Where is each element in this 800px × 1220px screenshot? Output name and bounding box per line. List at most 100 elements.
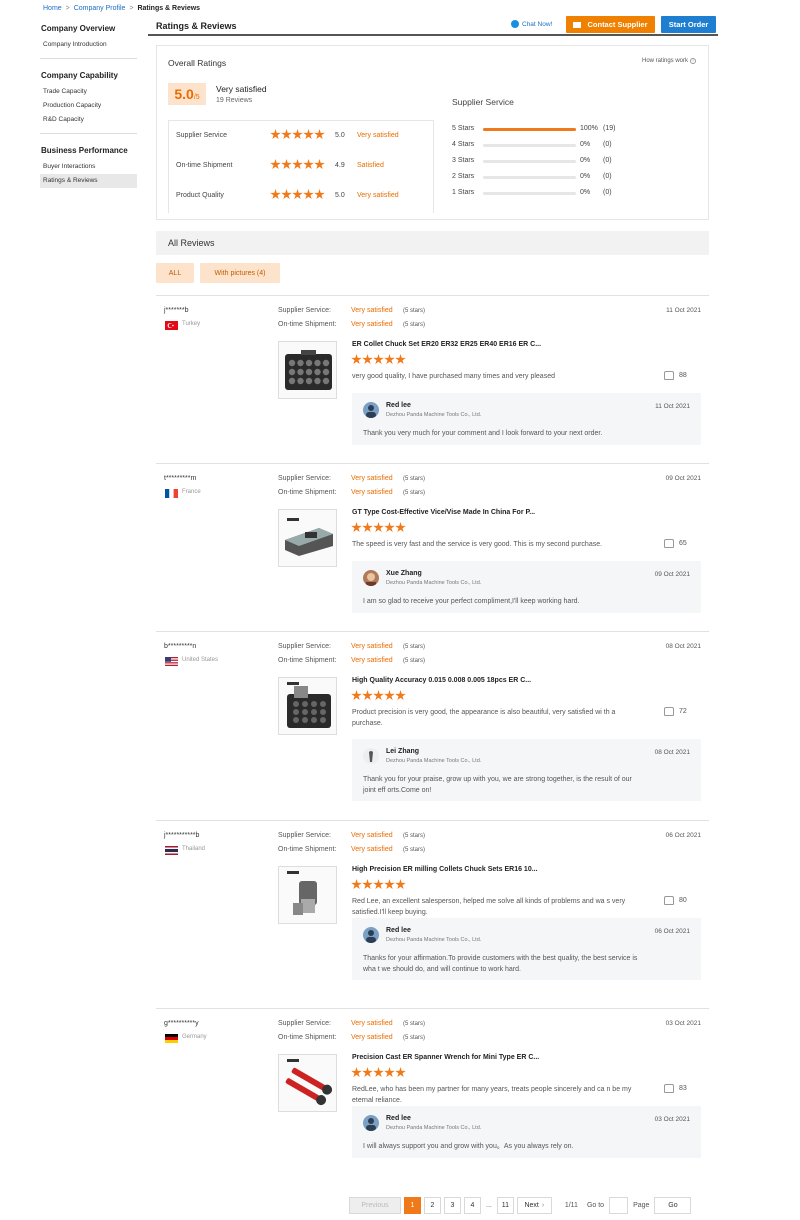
next-page-button[interactable]: Next › <box>516 1197 552 1214</box>
page-button[interactable]: 4 <box>464 1197 481 1214</box>
start-order-button[interactable]: Start Order <box>661 16 716 33</box>
product-title-link[interactable]: High Quality Accuracy 0.015 0.008 0.005 … <box>352 677 531 684</box>
avatar <box>363 570 379 586</box>
reviewer-name: j*******b <box>164 307 189 314</box>
sidebar-item-rd-capacity[interactable]: R&D Capacity <box>40 113 137 127</box>
review-star-rating <box>351 354 406 367</box>
supplier-service-stars: (5 stars) <box>403 308 426 314</box>
breadcrumb-separator: > <box>129 5 134 12</box>
go-button[interactable]: Go <box>654 1197 692 1214</box>
reviewer-name: b*********n <box>164 643 197 650</box>
distribution-label: 3 Stars <box>452 157 475 164</box>
how-ratings-work-link[interactable]: How ratings work ? <box>642 58 696 64</box>
page-ellipsis: ... <box>486 1202 492 1209</box>
reply-date: 09 Oct 2021 <box>654 571 690 578</box>
star-icon <box>281 129 292 140</box>
review-date: 08 Oct 2021 <box>665 643 701 650</box>
thumbs-up-icon <box>664 896 674 905</box>
like-button[interactable]: 88 <box>664 371 687 380</box>
sidebar-item-production-capacity[interactable]: Production Capacity <box>40 99 137 113</box>
page-button[interactable]: 1 <box>404 1197 421 1214</box>
reply-message: Thank you very much for your comment and… <box>363 430 603 437</box>
thumbs-up-icon <box>664 371 674 380</box>
product-title-link[interactable]: GT Type Cost-Effective Vice/Vise Made In… <box>352 509 535 516</box>
product-thumbnail[interactable] <box>278 677 337 735</box>
page-button[interactable]: 2 <box>424 1197 441 1214</box>
supplier-service-stars: (5 stars) <box>403 1021 426 1027</box>
product-thumbnail[interactable] <box>278 866 337 924</box>
like-count: 88 <box>679 372 687 379</box>
reply-company: Dezhou Panda Machine Tools Co., Ltd. <box>386 937 482 943</box>
sidebar-item-trade-capacity[interactable]: Trade Capacity <box>40 85 137 99</box>
goto-page-input[interactable] <box>609 1197 629 1214</box>
star-icon <box>373 879 384 890</box>
envelope-icon <box>573 21 582 28</box>
reviewer-country: Germany <box>182 1034 207 1040</box>
overall-score-scale: /5 <box>193 94 200 101</box>
reply-message: I am so glad to receive your perfect com… <box>363 598 580 605</box>
sidebar-item-ratings-reviews[interactable]: Ratings & Reviews <box>40 174 137 188</box>
overall-label: Very satisfied <box>216 84 267 94</box>
star-icon <box>384 879 395 890</box>
supplier-service-stars: (5 stars) <box>403 644 426 650</box>
supplier-reply: Red lee Dezhou Panda Machine Tools Co., L… <box>352 393 701 445</box>
sidebar-section-capability: Company Capability Trade Capacity Produc… <box>40 67 137 134</box>
chat-now-link[interactable]: Chat Now! <box>511 20 552 28</box>
distribution-row: 5 Stars 100% (19) <box>452 122 627 136</box>
star-icon <box>281 159 292 170</box>
filter-with-pictures-button[interactable]: With pictures (4) <box>200 263 280 283</box>
reply-company: Dezhou Panda Machine Tools Co., Ltd. <box>386 580 482 586</box>
product-title-link[interactable]: High Precision ER milling Collets Chuck … <box>352 866 538 873</box>
filter-all-button[interactable]: ALL <box>156 263 194 283</box>
sidebar-section-title: Company Overview <box>41 24 116 33</box>
distribution-count: (0) <box>603 189 612 196</box>
review-card: b*********n United States Supplier Service… <box>156 631 709 820</box>
previous-page-button[interactable]: Previous <box>349 1197 401 1214</box>
like-button[interactable]: 80 <box>664 896 687 905</box>
like-button[interactable]: 65 <box>664 539 687 548</box>
germany-flag-icon <box>165 1034 178 1043</box>
contact-supplier-label: Contact Supplier <box>587 20 648 29</box>
star-icon <box>351 1067 362 1078</box>
on-time-shipment-stars: (5 stars) <box>403 490 426 496</box>
product-thumbnail[interactable] <box>278 509 337 567</box>
review-card: j*******b Turkey Supplier Service: Very sat… <box>156 295 709 463</box>
review-date: 09 Oct 2021 <box>665 475 701 482</box>
reviewer-name: g**********y <box>164 1020 199 1027</box>
product-title-link[interactable]: ER Collet Chuck Set ER20 ER32 ER25 ER40 … <box>352 341 541 348</box>
page-button[interactable]: 3 <box>444 1197 461 1214</box>
supplier-service-stars: (5 stars) <box>403 476 426 482</box>
distribution-bar-fill <box>483 128 576 131</box>
star-icon <box>351 879 362 890</box>
on-time-shipment-value: Very satisfied <box>351 489 393 496</box>
product-thumbnail[interactable] <box>278 1054 337 1112</box>
distribution-count: (19) <box>603 125 616 132</box>
breadcrumb-home[interactable]: Home <box>43 5 62 12</box>
product-title-link[interactable]: Precision Cast ER Spanner Wrench for Min… <box>352 1054 539 1061</box>
avatar <box>363 927 379 943</box>
star-icon <box>292 159 303 170</box>
reply-message: Thanks for your affirmation.To provide c… <box>363 955 638 973</box>
breadcrumb-company-profile[interactable]: Company Profile <box>74 5 126 12</box>
contact-supplier-button[interactable]: Contact Supplier <box>566 16 655 33</box>
sidebar-item-buyer-interactions[interactable]: Buyer Interactions <box>40 160 137 174</box>
sidebar-item-company-introduction[interactable]: Company Introduction <box>40 38 137 52</box>
like-count: 83 <box>679 1085 687 1092</box>
star-rating <box>270 159 325 172</box>
review-date: 11 Oct 2021 <box>666 307 701 314</box>
distribution-bar <box>483 128 576 131</box>
like-count: 65 <box>679 540 687 547</box>
reply-company: Dezhou Panda Machine Tools Co., Ltd. <box>386 412 482 418</box>
star-icon <box>270 159 281 170</box>
page-button[interactable]: 11 <box>496 1197 514 1214</box>
supplier-service-value: Very satisfied <box>351 307 393 314</box>
like-button[interactable]: 72 <box>664 707 687 716</box>
on-time-shipment-stars: (5 stars) <box>403 847 426 853</box>
on-time-shipment-stars: (5 stars) <box>403 658 426 664</box>
review-date: 03 Oct 2021 <box>665 1020 701 1027</box>
pagination: Previous 1 2 3 4 ... 11 Next › 1/11 Go t… <box>349 1197 692 1214</box>
review-comment: Product precision is very good, the appe… <box>352 709 616 727</box>
product-thumbnail[interactable] <box>278 341 337 399</box>
like-button[interactable]: 83 <box>664 1084 687 1093</box>
on-time-shipment-label: On-time Shipment: <box>278 846 337 853</box>
